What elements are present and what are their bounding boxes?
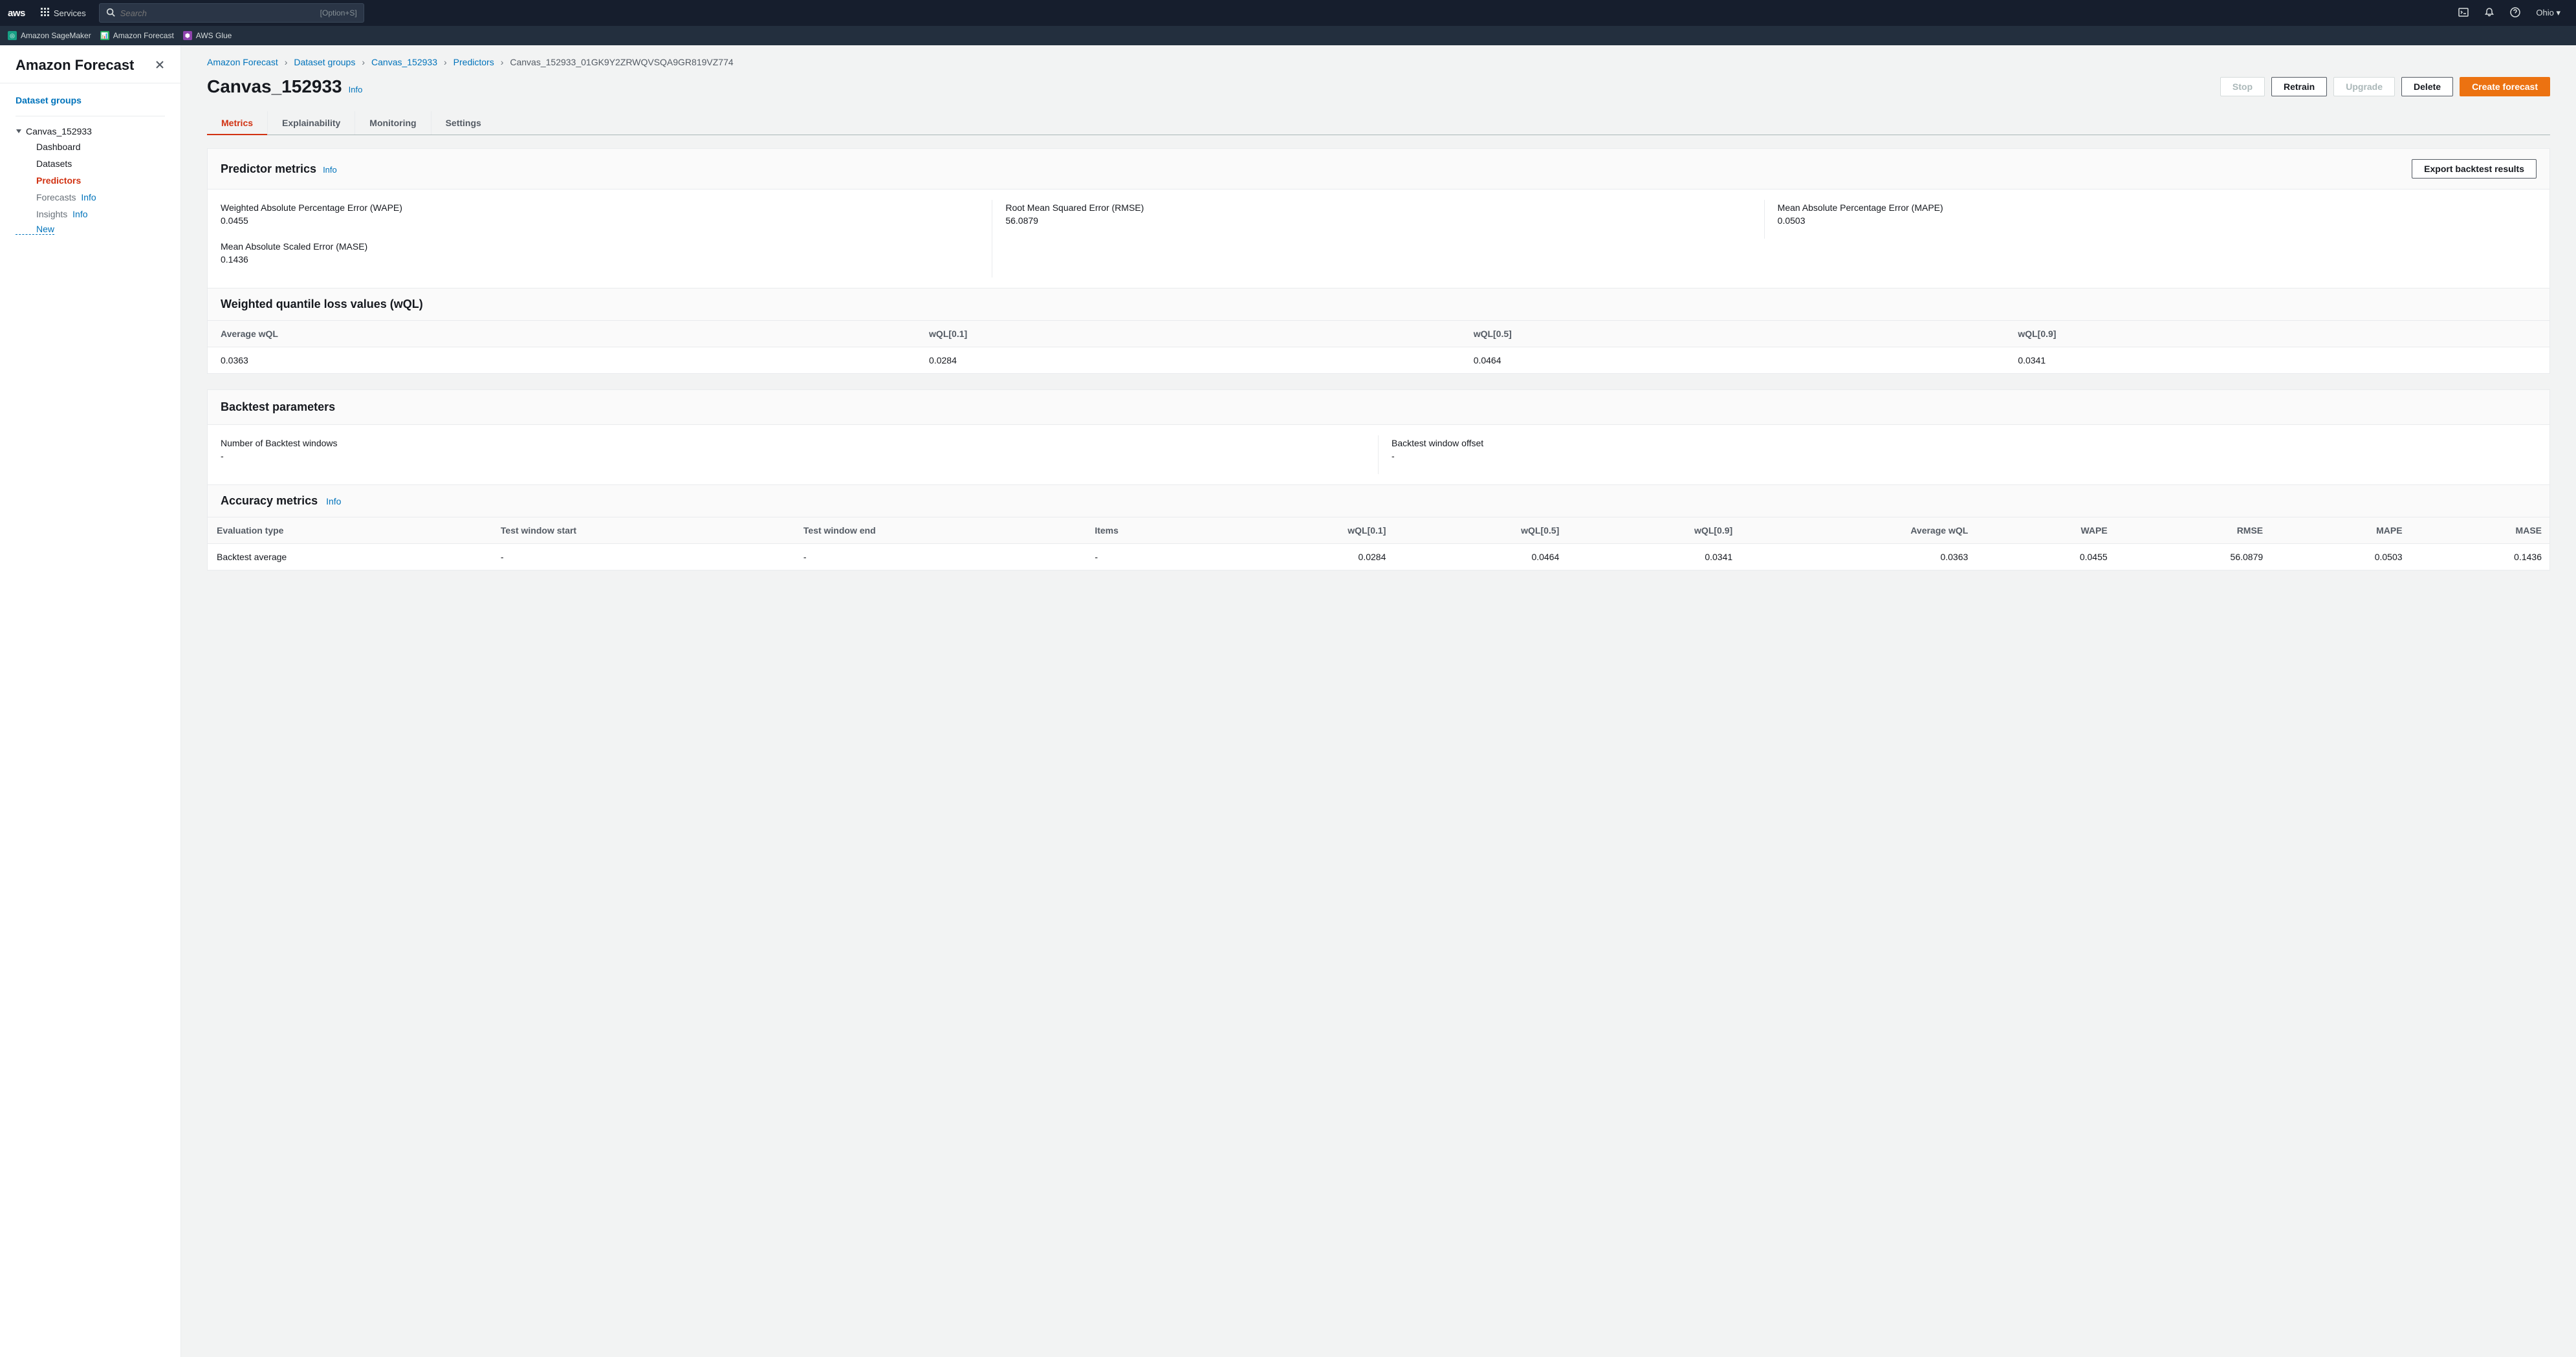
wape-label: Weighted Absolute Percentage Error (WAPE… xyxy=(221,202,979,213)
region-selector[interactable]: Ohio ▾ xyxy=(2528,8,2568,18)
help-icon[interactable] xyxy=(2502,7,2528,19)
wql-p90-header: wQL[0.9] xyxy=(2005,321,2549,347)
table-row: 0.0363 0.0284 0.0464 0.0341 xyxy=(208,347,2549,374)
sidebar-item-datasets[interactable]: Datasets xyxy=(36,155,165,172)
rmse-label: Root Mean Squared Error (RMSE) xyxy=(1005,202,1751,213)
accuracy-table: Evaluation type Test window start Test w… xyxy=(208,517,2549,570)
chevron-right-icon: › xyxy=(285,57,288,67)
table-header-row: Evaluation type Test window start Test w… xyxy=(208,517,2549,544)
glue-icon: ⬢ xyxy=(183,31,192,40)
mase-value: 0.1436 xyxy=(221,254,979,265)
insights-info-link[interactable]: Info xyxy=(72,209,87,219)
wql-p10-value: 0.0284 xyxy=(916,347,1461,374)
rmse-value: 56.0879 xyxy=(1005,215,1751,226)
predictor-metrics-info-link[interactable]: Info xyxy=(323,165,337,175)
accuracy-title: Accuracy metrics Info xyxy=(208,484,2549,517)
chevron-right-icon: › xyxy=(362,57,365,67)
wql-section-title: Weighted quantile loss values (wQL) xyxy=(208,288,2549,321)
favorite-glue[interactable]: ⬢ AWS Glue xyxy=(183,31,232,40)
sagemaker-icon: ◎ xyxy=(8,31,17,40)
mape-label: Mean Absolute Percentage Error (MAPE) xyxy=(1778,202,2537,213)
wql-p10-header: wQL[0.1] xyxy=(916,321,1461,347)
wql-avg-value: 0.0363 xyxy=(208,347,916,374)
breadcrumb-predictors[interactable]: Predictors xyxy=(453,57,494,67)
services-label: Services xyxy=(54,8,86,18)
top-nav: aws Services [Option+S] Ohio ▾ xyxy=(0,0,2576,26)
forecasts-info-link[interactable]: Info xyxy=(81,192,96,202)
export-backtest-button[interactable]: Export backtest results xyxy=(2412,159,2537,179)
notifications-icon[interactable] xyxy=(2476,7,2502,19)
backtest-offset-value: - xyxy=(1392,451,2537,461)
retrain-button[interactable]: Retrain xyxy=(2271,77,2327,96)
tabs: Metrics Explainability Monitoring Settin… xyxy=(207,111,2550,135)
wape-value: 0.0455 xyxy=(221,215,979,226)
page-info-link[interactable]: Info xyxy=(349,85,363,94)
tab-settings[interactable]: Settings xyxy=(431,111,496,135)
search-shortcut-hint: [Option+S] xyxy=(320,8,357,17)
breadcrumb-group[interactable]: Canvas_152933 xyxy=(371,57,437,67)
grid-icon xyxy=(41,8,50,19)
favorite-sagemaker[interactable]: ◎ Amazon SageMaker xyxy=(8,31,91,40)
sidebar-item-insights[interactable]: Insights Info xyxy=(36,206,165,223)
backtest-title: Backtest parameters xyxy=(221,400,335,414)
wql-avg-header: Average wQL xyxy=(208,321,916,347)
page-title: Canvas_152933 Info xyxy=(207,76,362,97)
sidebar-close-icon[interactable] xyxy=(155,60,165,72)
breadcrumb: Amazon Forecast › Dataset groups › Canva… xyxy=(181,45,2576,71)
wql-p90-value: 0.0341 xyxy=(2005,347,2549,374)
breadcrumb-forecast[interactable]: Amazon Forecast xyxy=(207,57,278,67)
create-forecast-button[interactable]: Create forecast xyxy=(2460,77,2550,96)
search-input[interactable] xyxy=(120,8,320,18)
breadcrumb-dataset-groups[interactable]: Dataset groups xyxy=(294,57,355,67)
wql-p50-value: 0.0464 xyxy=(1461,347,2005,374)
upgrade-button: Upgrade xyxy=(2333,77,2395,96)
favorites-bar: ◎ Amazon SageMaker 📊 Amazon Forecast ⬢ A… xyxy=(0,26,2576,45)
caret-down-icon xyxy=(16,126,22,136)
search-box[interactable]: [Option+S] xyxy=(99,3,364,23)
sidebar-item-predictors[interactable]: Predictors xyxy=(36,172,165,189)
cloudshell-icon[interactable] xyxy=(2450,7,2476,19)
favorite-forecast[interactable]: 📊 Amazon Forecast xyxy=(100,31,174,40)
mape-value: 0.0503 xyxy=(1778,215,2537,226)
sidebar-item-forecasts[interactable]: Forecasts Info xyxy=(36,189,165,206)
search-icon xyxy=(106,8,115,19)
sidebar: Amazon Forecast Dataset groups Canvas_15… xyxy=(0,45,181,1357)
backtest-panel: Backtest parameters Number of Backtest w… xyxy=(207,389,2550,570)
forecast-icon: 📊 xyxy=(100,31,109,40)
tab-monitoring[interactable]: Monitoring xyxy=(355,111,430,135)
chevron-right-icon: › xyxy=(444,57,447,67)
aws-logo[interactable]: aws xyxy=(8,8,25,19)
stop-button: Stop xyxy=(2220,77,2265,96)
sidebar-dataset-groups-link[interactable]: Dataset groups xyxy=(16,92,165,112)
page-actions: Stop Retrain Upgrade Delete Create forec… xyxy=(2220,77,2550,96)
delete-button[interactable]: Delete xyxy=(2401,77,2453,96)
table-row: Backtest average - - - 0.0284 0.0464 0.0… xyxy=(208,544,2549,570)
predictor-metrics-title: Predictor metrics Info xyxy=(221,162,337,176)
main-content: Amazon Forecast › Dataset groups › Canva… xyxy=(181,45,2576,1357)
tab-explainability[interactable]: Explainability xyxy=(267,111,355,135)
wql-p50-header: wQL[0.5] xyxy=(1461,321,2005,347)
sidebar-group-name: Canvas_152933 xyxy=(26,126,92,136)
sidebar-title: Amazon Forecast xyxy=(16,57,134,74)
region-label: Ohio xyxy=(2536,8,2553,17)
chevron-right-icon: › xyxy=(501,57,504,67)
mase-label: Mean Absolute Scaled Error (MASE) xyxy=(221,241,979,252)
sidebar-group-toggle[interactable]: Canvas_152933 xyxy=(16,124,165,138)
tab-metrics[interactable]: Metrics xyxy=(207,111,267,135)
table-header-row: Average wQL wQL[0.1] wQL[0.5] wQL[0.9] xyxy=(208,321,2549,347)
accuracy-info-link[interactable]: Info xyxy=(326,496,341,506)
breadcrumb-current: Canvas_152933_01GK9Y2ZRWQVSQA9GR819VZ774 xyxy=(510,57,733,67)
services-menu[interactable]: Services xyxy=(34,8,93,19)
sidebar-item-dashboard[interactable]: Dashboard xyxy=(36,138,165,155)
backtest-windows-label: Number of Backtest windows xyxy=(221,438,1365,448)
backtest-offset-label: Backtest window offset xyxy=(1392,438,2537,448)
backtest-windows-value: - xyxy=(221,451,1365,461)
predictor-metrics-panel: Predictor metrics Info Export backtest r… xyxy=(207,148,2550,374)
sidebar-new-link[interactable]: New xyxy=(16,224,54,235)
wql-table: Average wQL wQL[0.1] wQL[0.5] wQL[0.9] 0… xyxy=(208,321,2549,373)
